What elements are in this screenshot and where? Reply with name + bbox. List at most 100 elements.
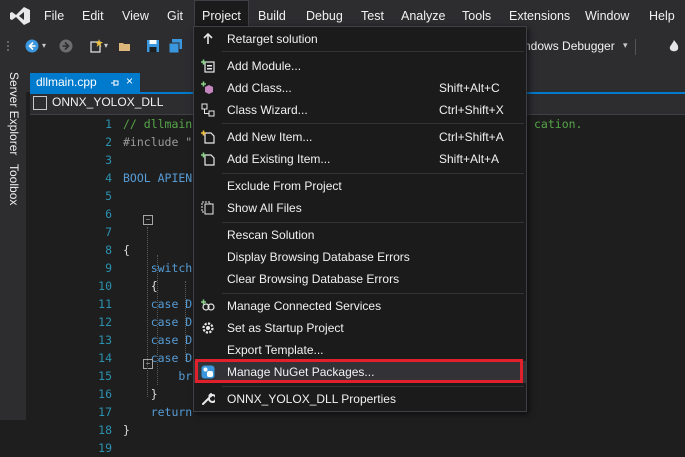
add-module-icon (201, 59, 215, 73)
line-number: 11 (98, 297, 112, 311)
menu-separator (222, 222, 524, 223)
line-number: 14 (98, 351, 112, 365)
menu-separator (222, 51, 524, 52)
menu-item-label: Exclude From Project (227, 179, 342, 193)
tab-label: dllmain.cpp (36, 75, 97, 89)
indent-guide (185, 281, 186, 361)
line-number: 2 (105, 135, 112, 149)
project-scope-icon (33, 96, 47, 110)
line-number: 10 (98, 279, 112, 293)
toolbar-separator (635, 39, 636, 55)
connected-services-icon (201, 299, 215, 311)
menu-help[interactable]: Help (649, 0, 675, 32)
menu-item-display-browsing-errors[interactable]: Display Browsing Database Errors (194, 246, 526, 268)
toolbox-tab[interactable]: Toolbox (7, 164, 21, 205)
menu-edit[interactable]: Edit (82, 0, 104, 32)
menu-item-retarget-solution[interactable]: Retarget solution (194, 28, 526, 50)
menu-view[interactable]: View (122, 0, 149, 32)
code-comment-tail: cation. (534, 117, 583, 131)
menu-item-clear-browsing-errors[interactable]: Clear Browsing Database Errors (194, 268, 526, 290)
menu-item-label: Add Existing Item... (227, 152, 331, 166)
menu-separator (222, 123, 524, 124)
code-line: { (123, 279, 158, 293)
indent-guide (157, 255, 158, 385)
line-number: 13 (98, 333, 112, 347)
line-number: 5 (105, 189, 112, 203)
code-line: { (123, 243, 130, 257)
add-class-icon (201, 81, 213, 94)
menu-item-project-properties[interactable]: ONNX_YOLOX_DLL Properties (194, 388, 526, 410)
back-icon[interactable] (25, 39, 39, 53)
open-folder-icon[interactable] (118, 39, 132, 53)
menu-item-set-startup-project[interactable]: Set as Startup Project (194, 317, 526, 339)
line-number: 19 (98, 441, 112, 455)
project-scope-dropdown[interactable]: ONNX_YOLOX_DLL (52, 95, 163, 109)
line-number: 18 (98, 423, 112, 437)
forward-icon[interactable] (59, 39, 73, 53)
menu-item-shortcut: Ctrl+Shift+X (439, 103, 504, 117)
fold-toggle-icon[interactable]: − (143, 215, 153, 225)
class-wizard-icon (201, 103, 215, 117)
wrench-icon (202, 393, 215, 405)
add-existing-item-icon (201, 152, 215, 166)
menu-item-shortcut: Shift+Alt+C (439, 81, 500, 95)
menu-item-exclude-from-project[interactable]: Exclude From Project (194, 175, 526, 197)
menu-item-label: Class Wizard... (227, 103, 308, 117)
close-tab-icon[interactable]: × (126, 74, 133, 88)
project-menu-dropdown: Retarget solution Add Module... Add Clas… (193, 26, 527, 412)
server-explorer-tab[interactable]: Server Explorer (7, 72, 21, 155)
menu-item-class-wizard[interactable]: Class Wizard... Ctrl+Shift+X (194, 99, 526, 121)
menu-item-label: ONNX_YOLOX_DLL Properties (227, 392, 396, 406)
menu-item-add-existing-item[interactable]: Add Existing Item... Shift+Alt+A (194, 148, 526, 170)
tab-dllmain-cpp[interactable]: dllmain.cpp × (30, 73, 140, 93)
new-dropdown-icon[interactable]: ▾ (104, 41, 108, 50)
menu-item-add-class[interactable]: Add Class... Shift+Alt+C (194, 77, 526, 99)
new-project-icon[interactable] (89, 39, 103, 53)
menu-item-add-module[interactable]: Add Module... (194, 55, 526, 77)
menu-separator (222, 293, 524, 294)
code-line: return (123, 405, 193, 419)
menu-item-label: Export Template... (227, 343, 324, 357)
menu-item-label: Clear Browsing Database Errors (227, 272, 400, 286)
fold-toggle-icon[interactable]: − (143, 359, 153, 369)
save-icon[interactable] (146, 39, 160, 53)
toolbar-grip-icon (7, 41, 9, 51)
line-number: 16 (98, 387, 112, 401)
line-number: 1 (105, 117, 112, 131)
menu-item-label: Rescan Solution (227, 228, 315, 242)
retarget-icon (203, 32, 213, 44)
menu-item-export-template[interactable]: Export Template... (194, 339, 526, 361)
menu-git[interactable]: Git (167, 0, 183, 32)
visual-studio-logo-icon[interactable] (10, 7, 30, 25)
menu-item-add-new-item[interactable]: Add New Item... Ctrl+Shift+A (194, 126, 526, 148)
menu-window[interactable]: Window (585, 0, 629, 32)
menu-separator (222, 173, 524, 174)
menu-item-shortcut: Ctrl+Shift+A (439, 130, 504, 144)
menu-item-label: Show All Files (227, 201, 302, 215)
save-all-icon[interactable] (169, 39, 183, 53)
line-number: 6 (105, 207, 112, 221)
code-line: } (123, 423, 130, 437)
nuget-highlight-box (195, 359, 523, 383)
code-line: // dllmain (123, 117, 193, 131)
menu-item-show-all-files[interactable]: Show All Files (194, 197, 526, 219)
menu-item-manage-connected-services[interactable]: Manage Connected Services (194, 295, 526, 317)
code-line: } (123, 387, 158, 401)
menu-item-label: Add Module... (227, 59, 302, 73)
debugger-dropdown-icon[interactable]: ▾ (623, 40, 628, 51)
pin-icon[interactable] (110, 78, 120, 88)
menu-item-shortcut: Shift+Alt+A (439, 152, 500, 166)
line-number: 4 (105, 171, 112, 185)
line-number: 7 (105, 225, 112, 239)
line-number: 3 (105, 153, 112, 167)
menu-item-label: Manage Connected Services (227, 299, 382, 313)
flame-icon[interactable] (667, 40, 681, 53)
menu-file[interactable]: File (44, 0, 64, 32)
menu-item-rescan-solution[interactable]: Rescan Solution (194, 224, 526, 246)
tool-window-sidebar: Server Explorer Toolbox (0, 60, 26, 420)
local-debugger-button[interactable]: ndows Debugger (524, 39, 615, 53)
line-number: 17 (98, 405, 112, 419)
code-line: BOOL APIEN (123, 171, 193, 185)
back-dropdown-icon[interactable]: ▾ (42, 41, 46, 50)
menu-item-label: Display Browsing Database Errors (227, 250, 410, 264)
